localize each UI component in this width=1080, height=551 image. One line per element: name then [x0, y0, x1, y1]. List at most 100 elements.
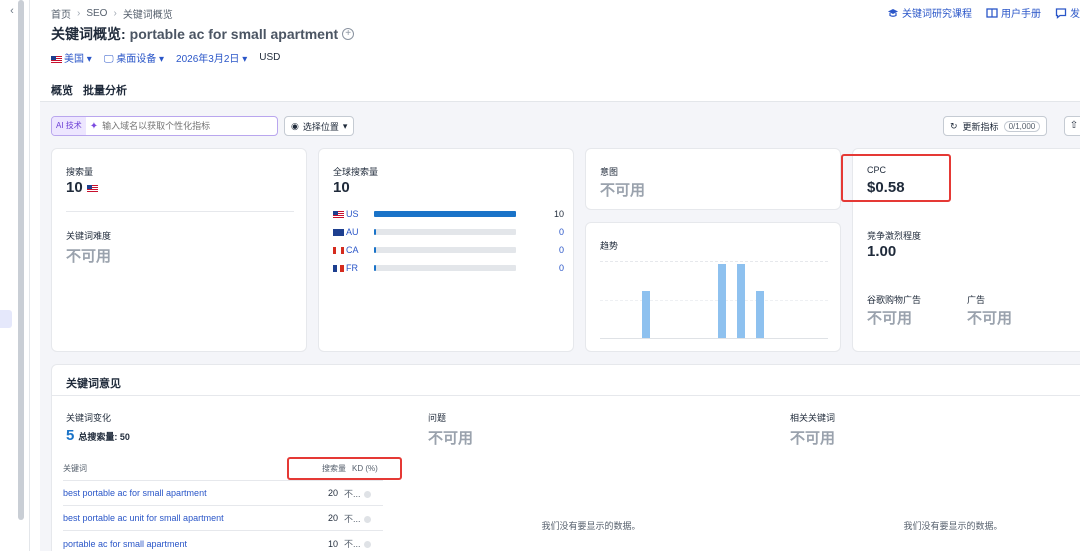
intent-value: 不可用 — [600, 182, 646, 199]
refresh-metrics-button[interactable]: ↻ 更新指标 0/1,000 — [943, 116, 1048, 136]
related-value: 不可用 — [790, 430, 836, 447]
currency-label: USD — [259, 52, 281, 63]
desktop-icon: 🖵 — [103, 54, 114, 65]
chevron-right-icon: › — [113, 8, 117, 19]
trend-card: 趋势 — [585, 222, 841, 352]
country-bar — [374, 211, 516, 217]
sidebar-handle[interactable] — [0, 310, 12, 328]
location-dropdown[interactable]: ◉ 选择位置 ▾ — [284, 116, 355, 136]
trend-label: 趋势 — [600, 241, 619, 251]
filter-bar: 美国 ▾ 🖵 桌面设备 ▾ 2026年3月2日 ▾ USD — [51, 50, 280, 65]
top-links: 关键词研究课程 用户手册 发 — [887, 5, 1080, 20]
ai-tag: AI 技术 — [52, 117, 86, 135]
keyword-title: portable ac for small apartment — [129, 26, 339, 42]
shopping-label: 谷歌购物广告 — [867, 295, 922, 305]
row-kd: 不... — [338, 537, 383, 550]
questions-value: 不可用 — [428, 430, 474, 447]
ads-label: 广告 — [967, 295, 986, 305]
trend-bar[interactable] — [736, 263, 745, 338]
kd-value: 不可用 — [66, 248, 112, 265]
intent-card: 意图 不可用 — [585, 148, 841, 210]
volume-divider — [66, 211, 294, 212]
domain-input[interactable] — [102, 121, 263, 131]
ads-value: 不可用 — [967, 310, 1013, 327]
add-icon[interactable]: + — [342, 28, 355, 40]
country-share-fill — [374, 211, 516, 217]
keyword-ideas-card: 关键词意见 关键词变化 5 总搜索量: 50 问题 不可用 相关关键词 不可用 … — [51, 364, 1080, 551]
row-kd: 不... — [338, 487, 383, 500]
page-title: 关键词概览: portable ac for small apartment + — [51, 24, 355, 44]
cpc-highlight-box — [841, 154, 951, 202]
graduation-cap-icon — [888, 8, 898, 17]
fr-flag-icon — [333, 264, 344, 272]
keyword-link[interactable]: best portable ac for small apartment — [63, 488, 308, 498]
trend-chart — [600, 261, 828, 339]
row-volume: 10 — [327, 538, 338, 549]
content-area: AI 技术 ✦ ◉ 选择位置 ▾ ↻ 更新指标 0/1,000 ⇧ 搜索量 10… — [40, 102, 1080, 551]
shopping-value: 不可用 — [867, 310, 913, 327]
row-volume: 20 — [327, 513, 338, 523]
row-volume: 20 — [327, 488, 338, 498]
country-dropdown[interactable]: 美国 ▾ — [51, 50, 92, 65]
country-row-fr[interactable]: FR 0 — [333, 263, 564, 273]
country-row-us[interactable]: US 10 — [333, 209, 564, 219]
intent-label: 意图 — [600, 167, 619, 177]
header-keyword[interactable]: 关键词 — [63, 463, 308, 474]
refresh-icon: ↻ — [950, 120, 958, 131]
table-row: best portable ac unit for small apartmen… — [63, 506, 383, 531]
variations-summary: 5 总搜索量: 50 — [66, 427, 130, 444]
kd-dot-icon — [363, 515, 371, 523]
country-bar — [374, 229, 516, 235]
keyword-link[interactable]: portable ac for small apartment — [63, 539, 308, 549]
refresh-count-badge: 0/1,000 — [1003, 120, 1041, 132]
device-dropdown[interactable]: 🖵 桌面设备 ▾ — [104, 50, 164, 65]
table-row: portable ac for small apartment 10 不... — [63, 531, 383, 551]
country-bar — [374, 247, 516, 253]
toolbar: AI 技术 ✦ ◉ 选择位置 ▾ — [51, 116, 355, 136]
ca-flag-icon — [333, 246, 344, 254]
trend-gridline — [600, 300, 828, 301]
au-flag-icon — [333, 228, 344, 236]
variations-label[interactable]: 关键词变化 — [66, 411, 111, 424]
country-bar — [374, 265, 516, 271]
competition-label: 竞争激烈程度 — [867, 231, 922, 241]
export-icon[interactable]: ⇧ — [1064, 116, 1080, 136]
location-pin-icon: ◉ — [291, 120, 299, 131]
sidebar-scrollbar[interactable] — [18, 0, 24, 520]
volume-card: 搜索量 10 关键词难度 不可用 — [51, 148, 307, 352]
us-flag-icon — [51, 55, 62, 63]
kd-label: 关键词难度 — [66, 231, 112, 241]
us-flag-icon — [333, 210, 344, 218]
related-label[interactable]: 相关关键词 — [790, 411, 835, 424]
variations-count[interactable]: 5 — [66, 427, 74, 444]
date-dropdown[interactable]: 2026年3月2日 ▾ — [176, 50, 247, 65]
keyword-link[interactable]: best portable ac unit for small apartmen… — [63, 513, 308, 523]
country-row-ca[interactable]: CA 0 — [333, 245, 564, 255]
related-empty: 我们没有要显示的数据。 — [903, 521, 1003, 531]
book-icon — [986, 7, 998, 18]
ai-domain-box: AI 技术 ✦ — [51, 116, 278, 136]
course-link[interactable]: 关键词研究课程 — [887, 5, 972, 20]
table-header-highlight-box — [287, 457, 402, 480]
table-row: best portable ac for small apartment 20 … — [63, 481, 383, 506]
breadcrumb-home[interactable]: 首页 — [51, 6, 71, 21]
feedback-link[interactable]: 发 — [1055, 5, 1080, 20]
total-volume: 总搜索量: 50 — [78, 432, 130, 442]
global-value: 10 — [333, 179, 350, 196]
manual-link[interactable]: 用户手册 — [986, 5, 1041, 20]
trend-bar[interactable] — [641, 291, 650, 338]
trend-bar[interactable] — [755, 291, 764, 338]
volume-label: 搜索量 — [66, 167, 94, 177]
sparkle-icon: ✦ — [89, 120, 99, 132]
ideas-divider — [52, 395, 1080, 396]
us-flag-icon — [86, 184, 98, 192]
trend-bar[interactable] — [717, 263, 726, 338]
ideas-title: 关键词意见 — [66, 378, 121, 390]
breadcrumb-seo[interactable]: SEO — [86, 8, 107, 19]
country-row-au[interactable]: AU 0 — [333, 227, 564, 237]
chevron-right-icon: › — [77, 8, 81, 19]
questions-label[interactable]: 问题 — [428, 411, 446, 424]
kd-dot-icon — [363, 490, 371, 498]
questions-empty: 我们没有要显示的数据。 — [541, 521, 641, 531]
message-icon — [1055, 7, 1067, 19]
